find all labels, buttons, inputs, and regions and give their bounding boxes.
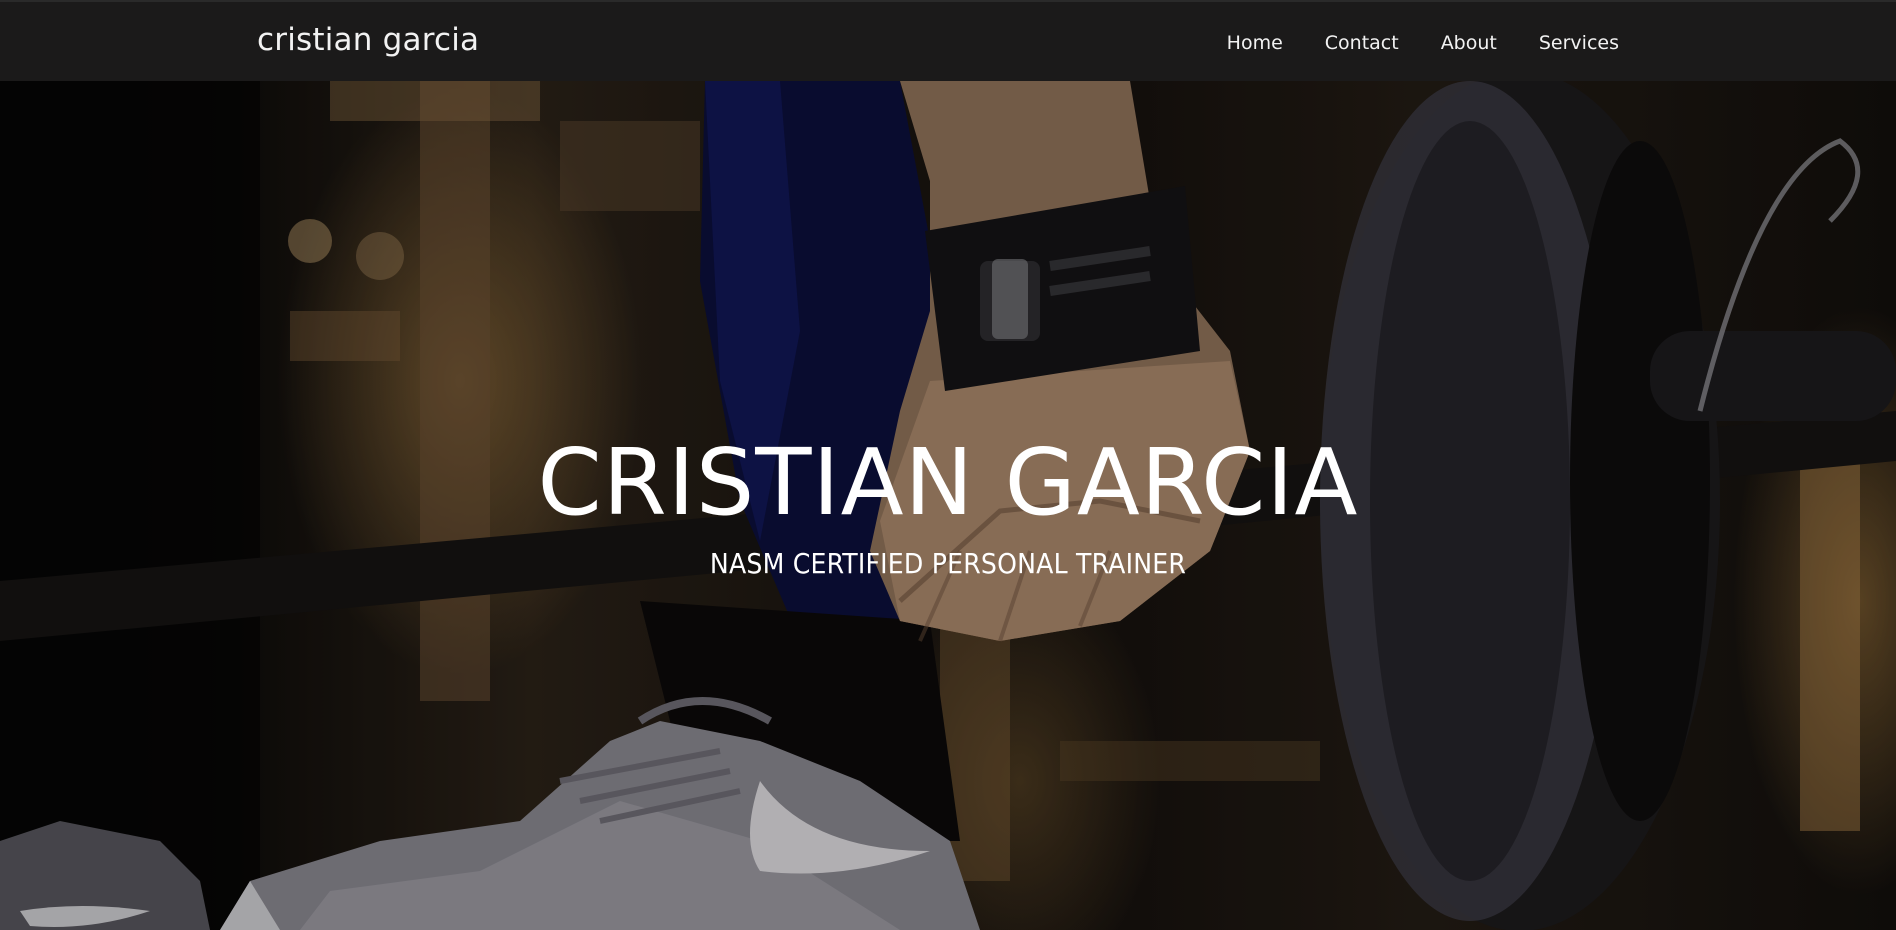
hero-subtitle: NASM CERTIFIED PERSONAL TRAINER xyxy=(709,547,1187,580)
nav-links: Home Contact About Services xyxy=(1227,32,1619,54)
navbar: cristian garcia Home Contact About Servi… xyxy=(0,0,1896,81)
brand-logo-link[interactable]: cristian garcia xyxy=(257,22,479,58)
nav-link-services[interactable]: Services xyxy=(1539,32,1619,54)
nav-link-about[interactable]: About xyxy=(1441,32,1497,54)
nav-link-home[interactable]: Home xyxy=(1227,32,1283,54)
hero-title: CRISTIAN GARCIA xyxy=(537,429,1359,536)
nav-link-contact[interactable]: Contact xyxy=(1325,32,1399,54)
hero-section: CRISTIAN GARCIA NASM CERTIFIED PERSONAL … xyxy=(0,81,1896,930)
